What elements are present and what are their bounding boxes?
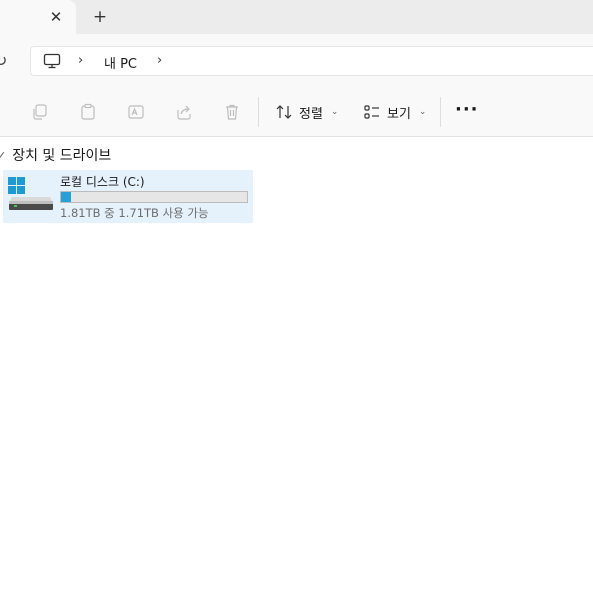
address-bar: ↻ › 내 PC › [0,34,593,87]
view-label: 보기 [387,106,411,122]
view-button[interactable]: 보기 ⌄ [363,100,426,124]
close-icon[interactable]: ✕ [46,7,66,27]
new-tab-button[interactable]: + [90,7,110,27]
view-icon [364,105,379,119]
breadcrumb-item-my-pc[interactable]: 내 PC [104,53,137,72]
delete-icon[interactable] [223,103,241,121]
section-devices-drives[interactable]: ✓ 장치 및 드라이브 [0,146,111,164]
chevron-down-icon: ✓ [0,148,7,162]
refresh-icon[interactable]: ↻ [0,51,8,70]
chevron-down-icon: ⌄ [330,107,339,117]
sort-icon [276,105,292,119]
windows-drive-icon [8,177,53,210]
toolbar-divider [440,97,441,127]
command-bar: 정렬 ⌄ 보기 ⌄ ··· [0,87,593,137]
drive-usage-bar [60,191,248,203]
sort-button[interactable]: 정렬 ⌄ [275,100,338,124]
more-options-button[interactable]: ··· [455,100,478,124]
chevron-right-icon[interactable]: › [78,53,83,68]
section-label: 장치 및 드라이브 [12,148,112,164]
drive-usage-fill [61,192,72,202]
drive-tile-c[interactable]: 로컬 디스크 (C:) 1.81TB 중 1.71TB 사용 가능 [3,170,253,223]
paste-icon[interactable] [79,103,97,121]
drive-space-text: 1.81TB 중 1.71TB 사용 가능 [60,206,209,220]
toolbar-divider [258,97,259,127]
chevron-down-icon: ⌄ [418,107,427,117]
breadcrumb[interactable]: › 내 PC › [30,46,593,76]
monitor-icon [43,53,61,69]
drive-name: 로컬 디스크 (C:) [60,175,145,189]
chevron-right-icon[interactable]: › [157,53,162,68]
rename-icon[interactable] [127,103,145,121]
share-icon[interactable] [175,103,193,121]
tab-current[interactable]: ✕ [0,0,76,34]
title-bar: ✕ + [0,0,593,34]
copy-icon[interactable] [31,103,49,121]
sort-label: 정렬 [299,106,323,122]
